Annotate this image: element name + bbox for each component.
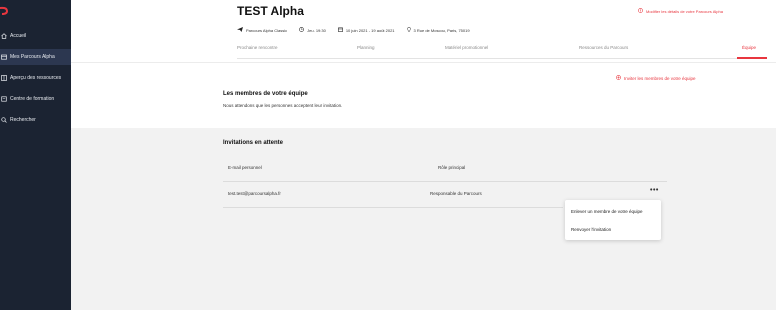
calendar-icon: [337, 27, 343, 33]
sidebar-item-label: Rechercher: [10, 117, 36, 123]
invite-team-members-link[interactable]: Inviter les membres de votre équipe: [616, 75, 696, 81]
course-type: Parcours Alpha Classic: [237, 27, 287, 33]
course-tabs: Prochaine rencontre Planning Matériel pr…: [237, 45, 767, 60]
course-dates: 10 juin 2021 - 19 août 2021: [337, 27, 395, 33]
paper-plane-icon: [237, 27, 243, 33]
sidebar-item-mes-parcours[interactable]: Mes Parcours Alpha: [0, 49, 71, 65]
team-title: Les membres de votre équipe: [223, 91, 308, 97]
sidebar-item-label: Aperçu des ressources: [10, 75, 62, 81]
tab-materiel-promotionnel[interactable]: Matériel promotionnel: [445, 45, 488, 50]
home-icon: [1, 33, 7, 39]
course-location-label: 3 Rue de Moscou, Paris, 75019: [413, 27, 470, 33]
course-dates-label: 10 juin 2021 - 19 août 2021: [345, 27, 395, 33]
grid-icon: [1, 75, 7, 81]
table-divider: [223, 181, 667, 182]
alpha-logo-icon[interactable]: [0, 5, 10, 17]
active-tab-indicator: [737, 57, 767, 59]
course-time: Jeu. 19:30: [299, 27, 326, 33]
tab-ressources-parcours[interactable]: Ressources du Parcours: [579, 45, 628, 50]
course-time-label: Jeu. 19:30: [307, 27, 326, 33]
course-meta: Parcours Alpha Classic Jeu. 19:30 10 jui…: [237, 27, 482, 33]
tab-equipe[interactable]: Équipe: [742, 45, 756, 50]
sidebar-item-centre-formation[interactable]: Centre de formation: [0, 91, 71, 107]
tab-planning[interactable]: Planning: [357, 45, 375, 50]
alert-circle-icon: [638, 8, 643, 14]
course-header: TEST Alpha Modifier les détails de votre…: [71, 0, 776, 62]
row-actions-menu: Enlever un membre de votre équipe Renvoy…: [565, 200, 661, 240]
folder-icon: [1, 54, 7, 60]
page-title: TEST Alpha: [237, 4, 304, 18]
sidebar-item-label: Accueil: [10, 33, 27, 39]
book-icon: [1, 96, 7, 102]
location-pin-icon: [406, 27, 411, 33]
invite-email: test.test@parcoursalpha.fr: [228, 191, 281, 196]
team-subtitle: Nous attendons que les personnes accepte…: [223, 103, 343, 108]
sidebar-nav: Accueil Mes Parcours Alpha Aperçu des re…: [0, 28, 71, 133]
pending-invitations-title: Invitations en attente: [223, 140, 284, 146]
course-type-label: Parcours Alpha Classic: [246, 27, 288, 33]
resend-invitation-option[interactable]: Renvoyer l'invitation: [571, 227, 611, 232]
modify-course-label: Modifier les détails de votre Parcours A…: [646, 8, 723, 14]
team-members-section: Inviter les membres de votre équipe Les …: [71, 62, 776, 128]
invite-team-members-label: Inviter les membres de votre équipe: [624, 75, 696, 81]
sidebar-item-rechercher[interactable]: Rechercher: [0, 112, 71, 128]
search-icon: [1, 117, 7, 123]
course-location: 3 Rue de Moscou, Paris, 75019: [406, 27, 470, 33]
sidebar-item-label: Mes Parcours Alpha: [10, 54, 55, 60]
invite-role: Responsable du Parcours: [430, 191, 482, 196]
sidebar-item-accueil[interactable]: Accueil: [0, 28, 71, 44]
table-divider: [223, 207, 563, 208]
modify-course-link[interactable]: Modifier les détails de votre Parcours A…: [638, 8, 723, 14]
sidebar: Accueil Mes Parcours Alpha Aperçu des re…: [0, 0, 71, 310]
clock-icon: [299, 27, 305, 33]
sidebar-item-label: Centre de formation: [10, 96, 55, 102]
tabs-divider: [237, 58, 767, 59]
tab-prochaine-rencontre[interactable]: Prochaine rencontre: [237, 45, 278, 50]
column-header-role: Rôle principal: [438, 165, 466, 170]
column-header-email: E-mail personnel: [228, 165, 262, 170]
more-options-button[interactable]: •••: [650, 187, 659, 194]
plus-circle-icon: [616, 75, 621, 81]
remove-team-member-option[interactable]: Enlever un membre de votre équipe: [571, 209, 643, 214]
sidebar-item-apercu-ressources[interactable]: Aperçu des ressources: [0, 70, 71, 86]
